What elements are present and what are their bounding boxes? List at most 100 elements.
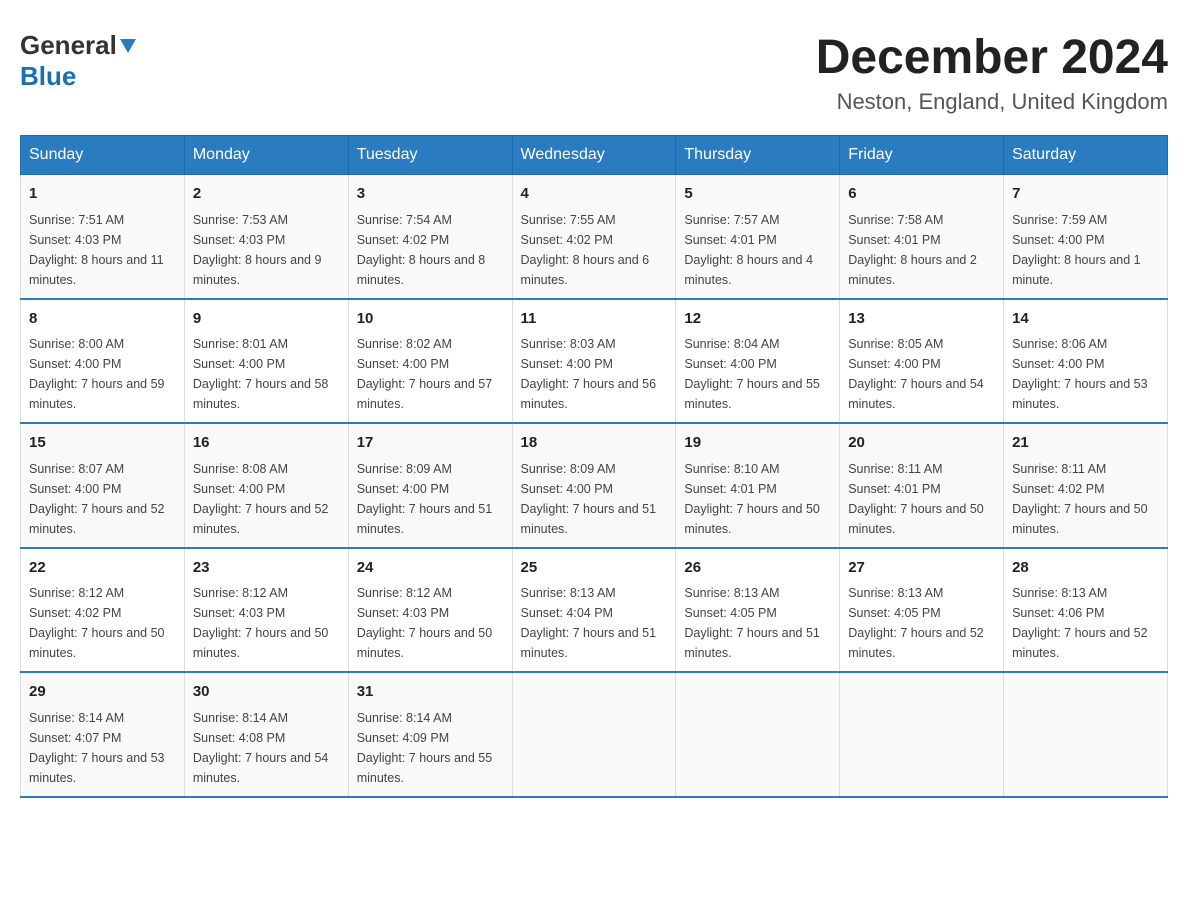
day-info: Sunrise: 8:11 AMSunset: 4:01 PMDaylight:…	[848, 459, 995, 539]
day-info: Sunrise: 7:57 AMSunset: 4:01 PMDaylight:…	[684, 210, 831, 290]
calendar-title: December 2024	[816, 30, 1168, 85]
day-number: 16	[193, 432, 340, 455]
header-row: SundayMondayTuesdayWednesdayThursdayFrid…	[21, 136, 1168, 175]
day-info: Sunrise: 8:09 AMSunset: 4:00 PMDaylight:…	[357, 459, 504, 539]
calendar-cell: 29 Sunrise: 8:14 AMSunset: 4:07 PMDaylig…	[21, 672, 185, 797]
calendar-cell: 16 Sunrise: 8:08 AMSunset: 4:00 PMDaylig…	[184, 423, 348, 548]
logo-general-text: General	[20, 30, 117, 61]
day-number: 24	[357, 557, 504, 580]
day-info: Sunrise: 8:08 AMSunset: 4:00 PMDaylight:…	[193, 459, 340, 539]
day-number: 10	[357, 308, 504, 331]
calendar-week-2: 8 Sunrise: 8:00 AMSunset: 4:00 PMDayligh…	[21, 299, 1168, 424]
calendar-header: SundayMondayTuesdayWednesdayThursdayFrid…	[21, 136, 1168, 175]
calendar-cell: 7 Sunrise: 7:59 AMSunset: 4:00 PMDayligh…	[1004, 175, 1168, 299]
day-number: 1	[29, 183, 176, 206]
weekday-header-sunday: Sunday	[21, 136, 185, 175]
day-info: Sunrise: 8:11 AMSunset: 4:02 PMDaylight:…	[1012, 459, 1159, 539]
calendar-cell: 17 Sunrise: 8:09 AMSunset: 4:00 PMDaylig…	[348, 423, 512, 548]
day-info: Sunrise: 8:14 AMSunset: 4:09 PMDaylight:…	[357, 708, 504, 788]
calendar-body: 1 Sunrise: 7:51 AMSunset: 4:03 PMDayligh…	[21, 175, 1168, 797]
day-info: Sunrise: 7:55 AMSunset: 4:02 PMDaylight:…	[521, 210, 668, 290]
calendar-cell: 18 Sunrise: 8:09 AMSunset: 4:00 PMDaylig…	[512, 423, 676, 548]
calendar-week-4: 22 Sunrise: 8:12 AMSunset: 4:02 PMDaylig…	[21, 548, 1168, 673]
calendar-subtitle: Neston, England, United Kingdom	[816, 89, 1168, 115]
day-number: 9	[193, 308, 340, 331]
calendar-cell: 14 Sunrise: 8:06 AMSunset: 4:00 PMDaylig…	[1004, 299, 1168, 424]
day-number: 27	[848, 557, 995, 580]
calendar-cell: 26 Sunrise: 8:13 AMSunset: 4:05 PMDaylig…	[676, 548, 840, 673]
calendar-cell: 10 Sunrise: 8:02 AMSunset: 4:00 PMDaylig…	[348, 299, 512, 424]
calendar-cell: 8 Sunrise: 8:00 AMSunset: 4:00 PMDayligh…	[21, 299, 185, 424]
calendar-cell: 27 Sunrise: 8:13 AMSunset: 4:05 PMDaylig…	[840, 548, 1004, 673]
day-number: 28	[1012, 557, 1159, 580]
day-info: Sunrise: 8:00 AMSunset: 4:00 PMDaylight:…	[29, 334, 176, 414]
day-info: Sunrise: 7:59 AMSunset: 4:00 PMDaylight:…	[1012, 210, 1159, 290]
day-number: 23	[193, 557, 340, 580]
day-number: 3	[357, 183, 504, 206]
calendar-cell: 15 Sunrise: 8:07 AMSunset: 4:00 PMDaylig…	[21, 423, 185, 548]
calendar-cell: 30 Sunrise: 8:14 AMSunset: 4:08 PMDaylig…	[184, 672, 348, 797]
day-info: Sunrise: 8:02 AMSunset: 4:00 PMDaylight:…	[357, 334, 504, 414]
day-info: Sunrise: 8:09 AMSunset: 4:00 PMDaylight:…	[521, 459, 668, 539]
weekday-header-wednesday: Wednesday	[512, 136, 676, 175]
day-info: Sunrise: 8:12 AMSunset: 4:03 PMDaylight:…	[357, 583, 504, 663]
calendar-cell	[512, 672, 676, 797]
calendar-cell: 24 Sunrise: 8:12 AMSunset: 4:03 PMDaylig…	[348, 548, 512, 673]
day-info: Sunrise: 8:13 AMSunset: 4:05 PMDaylight:…	[848, 583, 995, 663]
day-info: Sunrise: 8:12 AMSunset: 4:02 PMDaylight:…	[29, 583, 176, 663]
day-number: 5	[684, 183, 831, 206]
weekday-header-monday: Monday	[184, 136, 348, 175]
calendar-cell: 6 Sunrise: 7:58 AMSunset: 4:01 PMDayligh…	[840, 175, 1004, 299]
calendar-cell: 13 Sunrise: 8:05 AMSunset: 4:00 PMDaylig…	[840, 299, 1004, 424]
day-number: 21	[1012, 432, 1159, 455]
calendar-cell: 1 Sunrise: 7:51 AMSunset: 4:03 PMDayligh…	[21, 175, 185, 299]
day-number: 19	[684, 432, 831, 455]
day-info: Sunrise: 8:10 AMSunset: 4:01 PMDaylight:…	[684, 459, 831, 539]
day-info: Sunrise: 8:13 AMSunset: 4:04 PMDaylight:…	[521, 583, 668, 663]
calendar-table: SundayMondayTuesdayWednesdayThursdayFrid…	[20, 135, 1168, 798]
calendar-cell	[840, 672, 1004, 797]
day-number: 6	[848, 183, 995, 206]
day-number: 25	[521, 557, 668, 580]
day-info: Sunrise: 8:03 AMSunset: 4:00 PMDaylight:…	[521, 334, 668, 414]
day-number: 15	[29, 432, 176, 455]
day-number: 8	[29, 308, 176, 331]
day-number: 12	[684, 308, 831, 331]
day-number: 13	[848, 308, 995, 331]
day-number: 20	[848, 432, 995, 455]
title-section: December 2024 Neston, England, United Ki…	[816, 30, 1168, 115]
weekday-header-thursday: Thursday	[676, 136, 840, 175]
day-info: Sunrise: 7:53 AMSunset: 4:03 PMDaylight:…	[193, 210, 340, 290]
calendar-cell	[1004, 672, 1168, 797]
calendar-week-1: 1 Sunrise: 7:51 AMSunset: 4:03 PMDayligh…	[21, 175, 1168, 299]
calendar-week-3: 15 Sunrise: 8:07 AMSunset: 4:00 PMDaylig…	[21, 423, 1168, 548]
day-info: Sunrise: 8:14 AMSunset: 4:07 PMDaylight:…	[29, 708, 176, 788]
logo-blue-text: Blue	[20, 61, 76, 92]
day-number: 14	[1012, 308, 1159, 331]
day-number: 17	[357, 432, 504, 455]
calendar-cell: 11 Sunrise: 8:03 AMSunset: 4:00 PMDaylig…	[512, 299, 676, 424]
calendar-cell: 5 Sunrise: 7:57 AMSunset: 4:01 PMDayligh…	[676, 175, 840, 299]
calendar-cell: 28 Sunrise: 8:13 AMSunset: 4:06 PMDaylig…	[1004, 548, 1168, 673]
calendar-cell: 23 Sunrise: 8:12 AMSunset: 4:03 PMDaylig…	[184, 548, 348, 673]
day-info: Sunrise: 8:13 AMSunset: 4:05 PMDaylight:…	[684, 583, 831, 663]
day-number: 31	[357, 681, 504, 704]
day-info: Sunrise: 8:05 AMSunset: 4:00 PMDaylight:…	[848, 334, 995, 414]
calendar-cell: 31 Sunrise: 8:14 AMSunset: 4:09 PMDaylig…	[348, 672, 512, 797]
logo-triangle-icon	[120, 39, 136, 53]
calendar-cell: 22 Sunrise: 8:12 AMSunset: 4:02 PMDaylig…	[21, 548, 185, 673]
day-number: 7	[1012, 183, 1159, 206]
calendar-cell: 25 Sunrise: 8:13 AMSunset: 4:04 PMDaylig…	[512, 548, 676, 673]
calendar-cell	[676, 672, 840, 797]
day-info: Sunrise: 7:51 AMSunset: 4:03 PMDaylight:…	[29, 210, 176, 290]
calendar-cell: 19 Sunrise: 8:10 AMSunset: 4:01 PMDaylig…	[676, 423, 840, 548]
day-info: Sunrise: 8:06 AMSunset: 4:00 PMDaylight:…	[1012, 334, 1159, 414]
weekday-header-tuesday: Tuesday	[348, 136, 512, 175]
calendar-cell: 2 Sunrise: 7:53 AMSunset: 4:03 PMDayligh…	[184, 175, 348, 299]
weekday-header-friday: Friday	[840, 136, 1004, 175]
day-number: 30	[193, 681, 340, 704]
day-number: 22	[29, 557, 176, 580]
calendar-cell: 21 Sunrise: 8:11 AMSunset: 4:02 PMDaylig…	[1004, 423, 1168, 548]
calendar-cell: 20 Sunrise: 8:11 AMSunset: 4:01 PMDaylig…	[840, 423, 1004, 548]
weekday-header-saturday: Saturday	[1004, 136, 1168, 175]
